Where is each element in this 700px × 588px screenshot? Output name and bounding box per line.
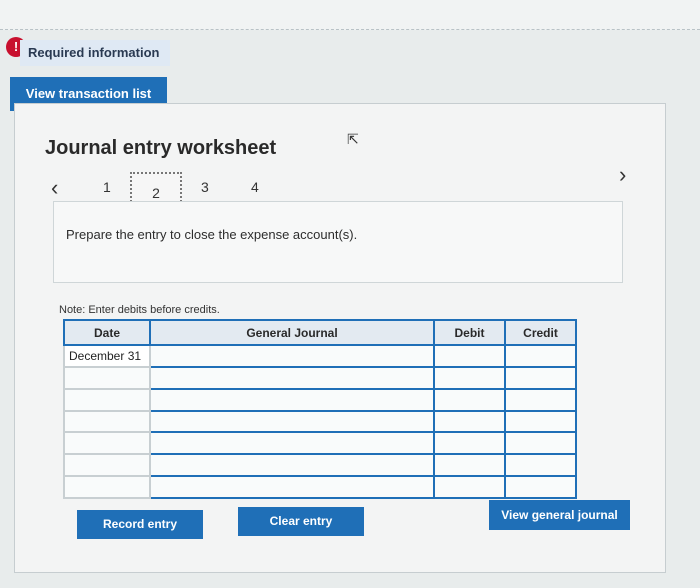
date-cell	[63, 453, 151, 478]
debit-input[interactable]	[433, 409, 506, 434]
debit-input[interactable]	[433, 344, 506, 368]
table-row	[63, 475, 577, 499]
date-cell	[63, 365, 151, 390]
table-row	[63, 431, 577, 456]
instruction-box: Prepare the entry to close the expense a…	[53, 201, 623, 283]
date-header: Date	[63, 319, 151, 346]
account-input[interactable]	[149, 365, 435, 390]
account-input[interactable]	[149, 344, 435, 368]
step-3[interactable]: 3	[201, 179, 209, 195]
table-row	[63, 453, 577, 478]
date-cell	[63, 475, 151, 499]
top-strip	[0, 0, 700, 30]
credit-input[interactable]	[504, 453, 577, 478]
debit-input[interactable]	[433, 365, 506, 390]
instruction-text: Prepare the entry to close the expense a…	[66, 227, 358, 242]
credit-input[interactable]	[504, 365, 577, 390]
table-row	[63, 409, 577, 434]
credit-header: Credit	[504, 319, 577, 346]
next-step-chevron-icon[interactable]: ›	[619, 162, 626, 188]
general-journal-header: General Journal	[149, 319, 435, 346]
step-1[interactable]: 1	[103, 179, 111, 195]
date-cell[interactable]: December 31	[63, 344, 151, 368]
view-general-journal-button[interactable]: View general journal	[489, 500, 630, 530]
account-input[interactable]	[149, 387, 435, 412]
journal-entry-table: Date General Journal Debit Credit Decemb…	[63, 319, 577, 499]
note-text: Note: Enter debits before credits.	[59, 304, 220, 316]
debit-input[interactable]	[433, 453, 506, 478]
credit-input[interactable]	[504, 387, 577, 412]
account-input[interactable]	[149, 409, 435, 434]
table-row	[63, 387, 577, 412]
account-input[interactable]	[149, 475, 435, 499]
table-header-row: Date General Journal Debit Credit	[63, 319, 577, 346]
step-4[interactable]: 4	[251, 179, 259, 195]
date-cell	[63, 409, 151, 434]
clear-entry-button[interactable]: Clear entry	[238, 507, 364, 536]
record-entry-button[interactable]: Record entry	[77, 510, 203, 539]
table-row: December 31	[63, 344, 577, 368]
account-input[interactable]	[149, 431, 435, 456]
debit-input[interactable]	[433, 387, 506, 412]
required-information-tab[interactable]: Required information	[20, 40, 170, 66]
credit-input[interactable]	[504, 475, 577, 499]
date-cell	[63, 431, 151, 456]
credit-input[interactable]	[504, 344, 577, 368]
credit-input[interactable]	[504, 431, 577, 456]
credit-input[interactable]	[504, 409, 577, 434]
debit-input[interactable]	[433, 431, 506, 456]
previous-step-chevron-icon[interactable]: ‹	[51, 175, 58, 201]
journal-entry-worksheet: Journal entry worksheet ⇱ ‹ 1 2 3 4 › Pr…	[14, 103, 666, 573]
date-cell	[63, 387, 151, 412]
worksheet-title: Journal entry worksheet	[45, 137, 277, 159]
account-input[interactable]	[149, 453, 435, 478]
debit-input[interactable]	[433, 475, 506, 499]
table-row	[63, 365, 577, 390]
cursor-icon: ⇱	[347, 131, 359, 147]
debit-header: Debit	[433, 319, 506, 346]
